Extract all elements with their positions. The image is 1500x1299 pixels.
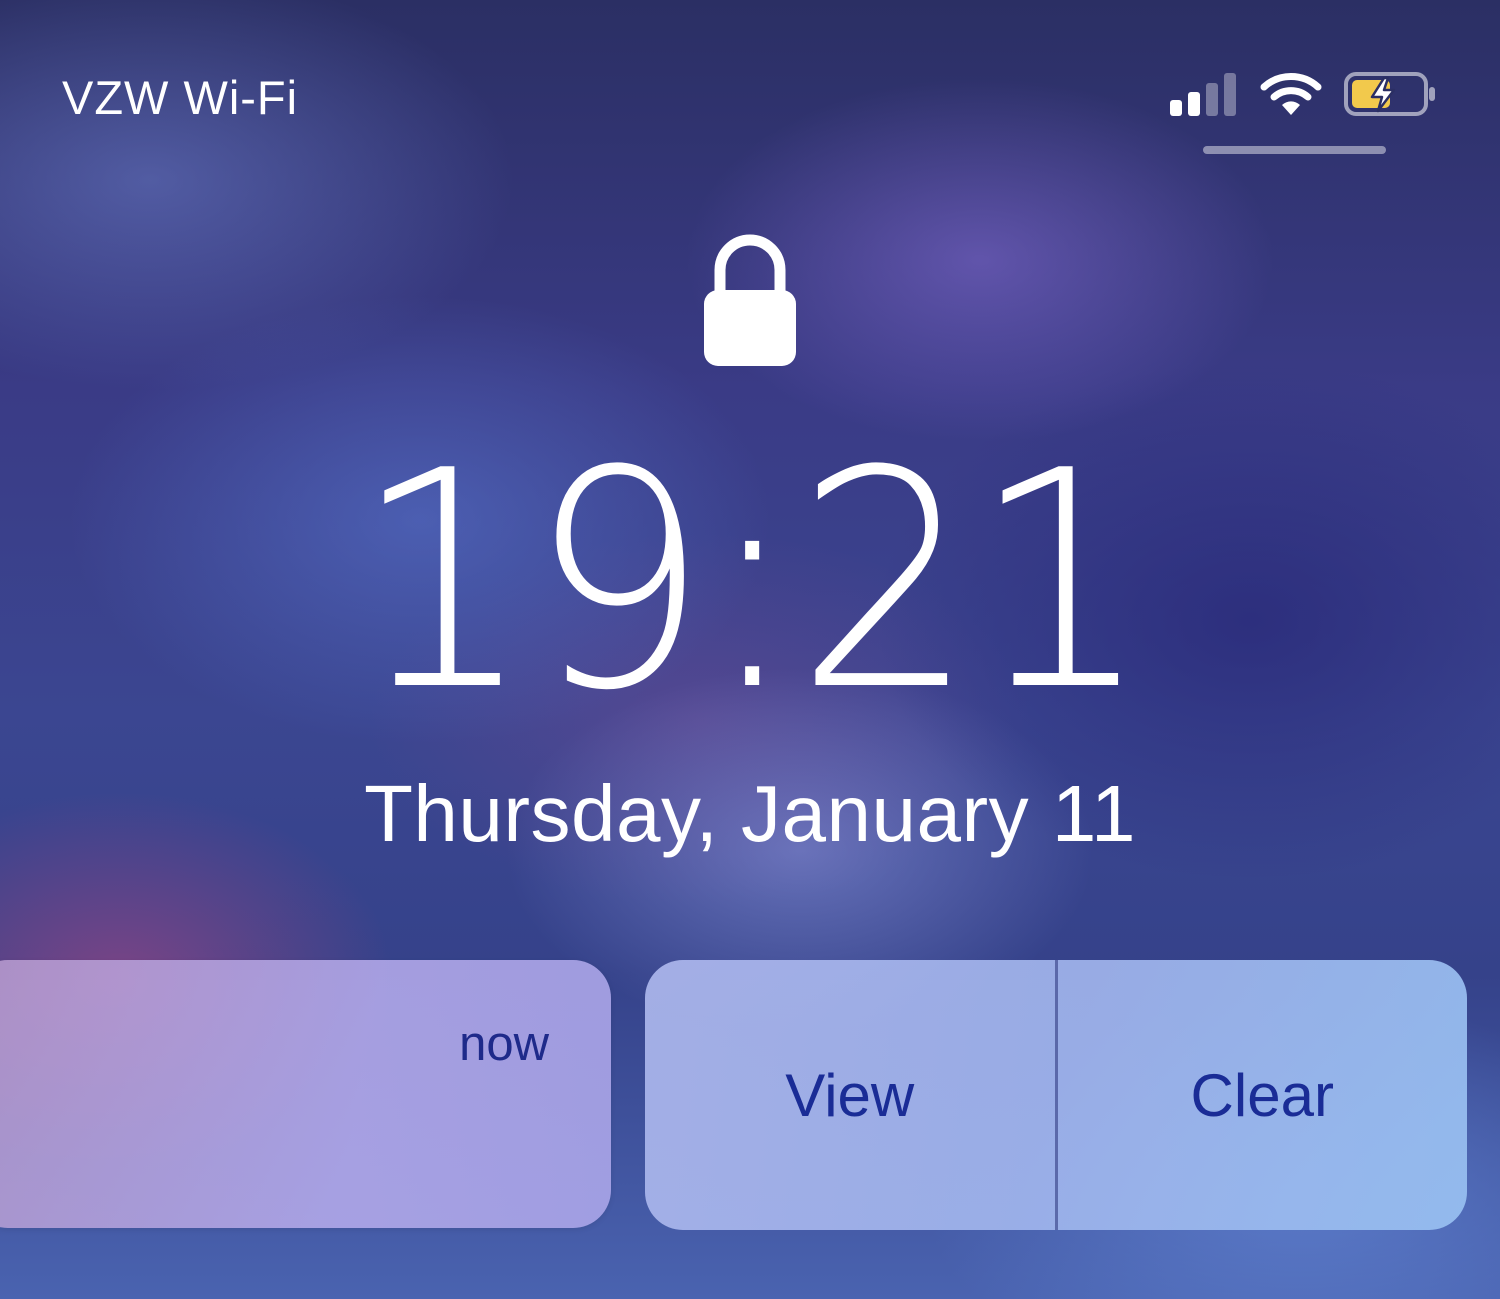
- lock-icon: [700, 232, 800, 372]
- battery-charging-icon: [1344, 70, 1438, 118]
- signal-strength-icon: [1170, 72, 1238, 116]
- notification-actions: View Clear: [645, 960, 1467, 1230]
- notification-time: now: [459, 1017, 549, 1071]
- clock-date: Thursday, January 11: [364, 769, 1136, 858]
- status-icons: [1170, 70, 1438, 118]
- clock-time: 19:21: [353, 407, 1151, 756]
- view-button[interactable]: View: [645, 960, 1055, 1230]
- top-indicator-bar: [1203, 146, 1386, 154]
- carrier-label: VZW Wi-Fi: [62, 71, 299, 124]
- wifi-icon: [1260, 71, 1322, 117]
- notification-card[interactable]: now: [0, 960, 611, 1228]
- clear-button[interactable]: Clear: [1058, 960, 1468, 1230]
